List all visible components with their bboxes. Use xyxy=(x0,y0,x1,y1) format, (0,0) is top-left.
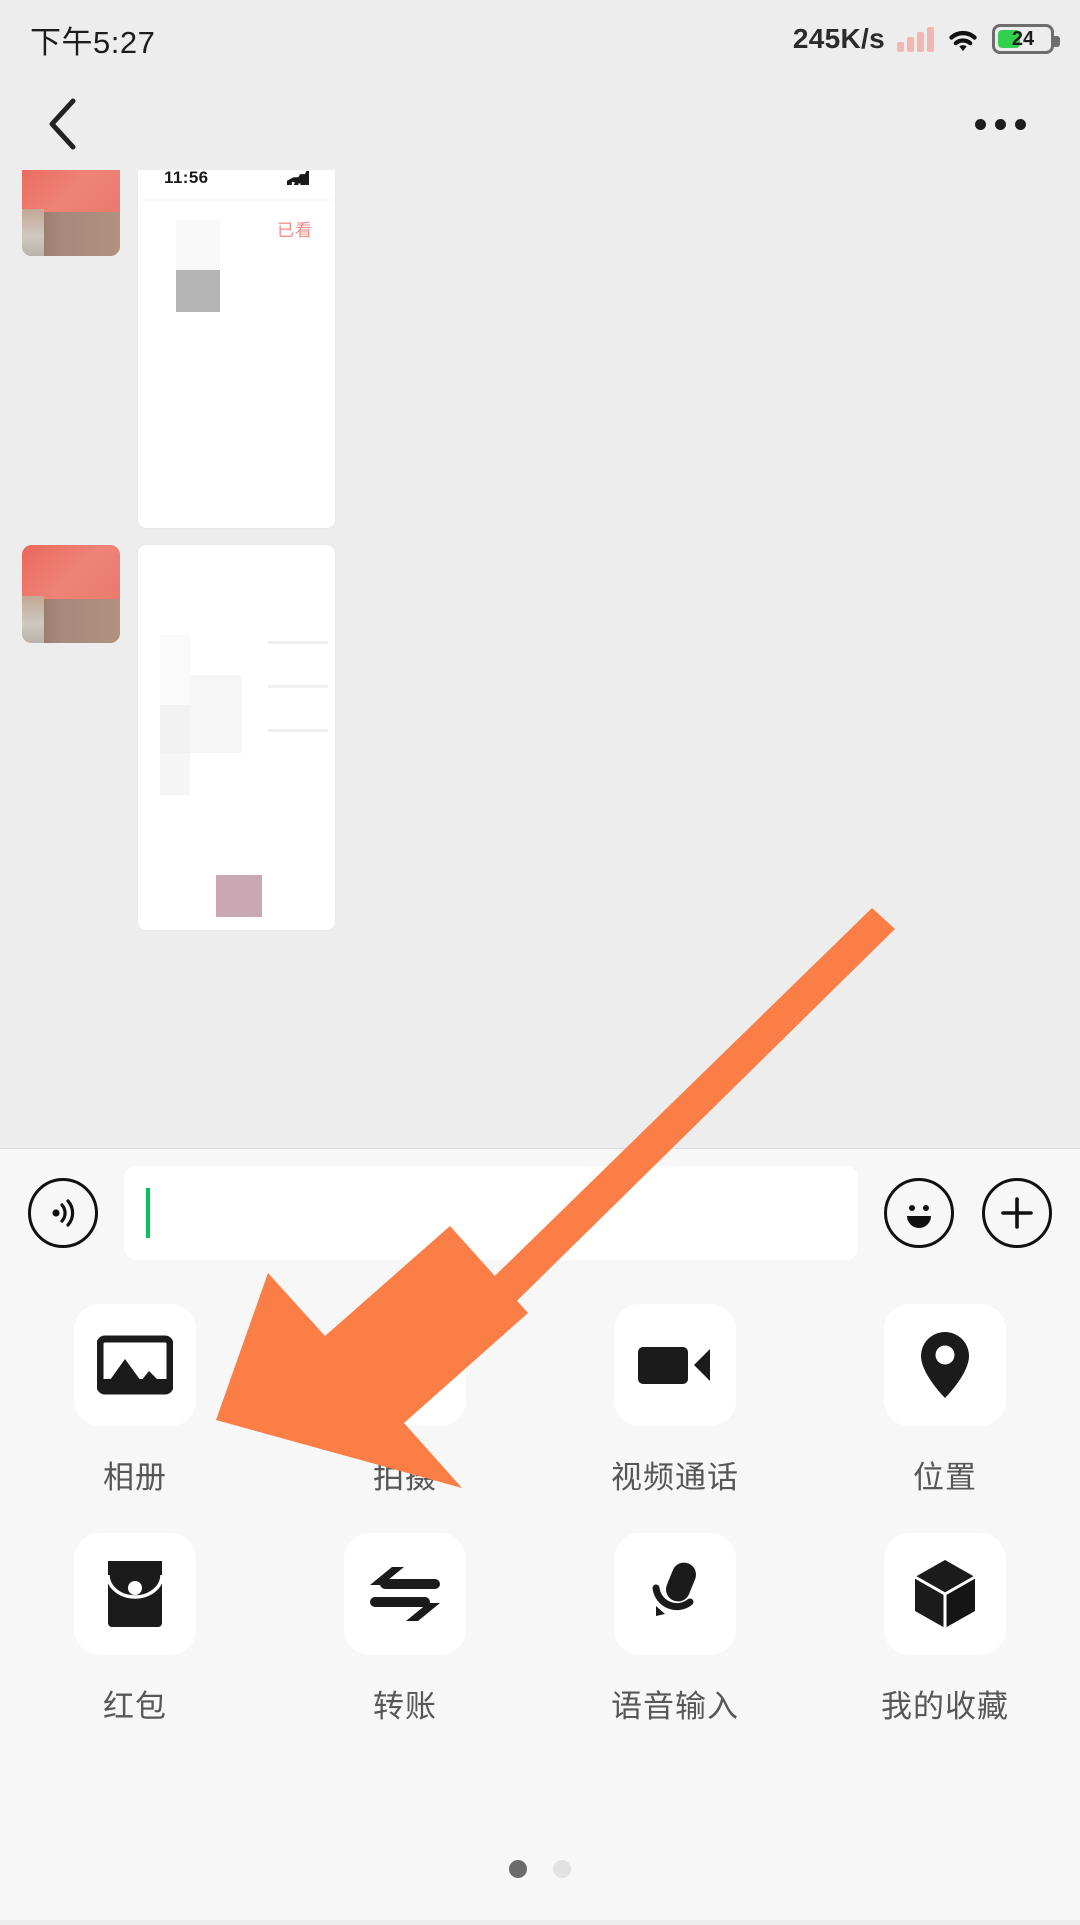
photo-album-icon[interactable] xyxy=(74,1304,196,1426)
embedded-signal-icon xyxy=(287,171,309,185)
signal-bars-icon xyxy=(897,26,934,52)
panel-item-transfer[interactable]: 转账 xyxy=(270,1533,540,1726)
embedded-status-bar: 11:56 xyxy=(138,170,335,198)
location-pin-icon[interactable] xyxy=(884,1304,1006,1426)
message-input-bar[interactable] xyxy=(0,1148,1080,1276)
wifi-icon xyxy=(946,25,980,53)
panel-item-label: 转账 xyxy=(373,1689,437,1724)
page-dot-active[interactable] xyxy=(509,1860,527,1878)
voice-input-icon[interactable] xyxy=(28,1177,98,1248)
panel-item-label: 相册 xyxy=(103,1460,167,1495)
panel-item-video-call[interactable]: 视频通话 xyxy=(540,1304,810,1497)
favorites-cube-icon[interactable] xyxy=(884,1533,1006,1655)
battery-percent: 24 xyxy=(1011,27,1035,50)
video-call-icon[interactable] xyxy=(614,1304,736,1426)
transfer-icon[interactable] xyxy=(344,1533,466,1655)
back-chevron-icon[interactable] xyxy=(34,95,92,153)
panel-item-label: 红包 xyxy=(103,1689,167,1724)
message-image-bubble[interactable]: 11:56 已看 xyxy=(138,170,335,528)
battery-icon: 24 xyxy=(992,24,1060,54)
panel-item-favorites[interactable]: 我的收藏 xyxy=(810,1533,1080,1726)
attachment-panel[interactable]: 相册 拍摄 视频通话 位置 红包 转账 语音输入 我的收藏 xyxy=(0,1276,1080,1920)
panel-item-label: 视频通话 xyxy=(611,1460,739,1495)
chat-message-list[interactable]: 11:56 已看 xyxy=(0,170,1080,1148)
status-indicators: 245K/s 24 xyxy=(792,23,1060,55)
avatar[interactable] xyxy=(22,545,120,643)
message-image-bubble[interactable] xyxy=(138,545,335,930)
panel-item-label: 拍摄 xyxy=(373,1460,437,1495)
page-indicator xyxy=(0,1860,1080,1878)
attachment-grid: 相册 拍摄 视频通话 位置 红包 转账 语音输入 我的收藏 xyxy=(0,1304,1080,1726)
network-speed: 245K/s xyxy=(792,23,885,54)
panel-item-red-packet[interactable]: 红包 xyxy=(0,1533,270,1726)
more-options-icon[interactable] xyxy=(960,95,1040,153)
panel-item-camera[interactable]: 拍摄 xyxy=(270,1304,540,1497)
panel-item-location[interactable]: 位置 xyxy=(810,1304,1080,1497)
status-time: 下午5:27 xyxy=(30,24,156,60)
panel-item-label: 语音输入 xyxy=(611,1689,739,1724)
embedded-time: 11:56 xyxy=(164,170,209,187)
list-item[interactable]: 11:56 已看 xyxy=(22,170,335,528)
camera-icon[interactable] xyxy=(344,1304,466,1426)
microphone-icon[interactable] xyxy=(614,1533,736,1655)
embedded-status-text: 已看 xyxy=(277,221,313,240)
list-item[interactable] xyxy=(22,545,335,930)
page-dot[interactable] xyxy=(553,1860,571,1878)
red-packet-icon[interactable] xyxy=(74,1533,196,1655)
status-bar: 下午5:27 245K/s 24 xyxy=(0,0,1080,78)
nav-bar xyxy=(0,78,1080,170)
avatar[interactable] xyxy=(22,170,120,256)
panel-item-label: 我的收藏 xyxy=(881,1689,1009,1724)
panel-item-label: 位置 xyxy=(913,1460,977,1495)
plus-icon[interactable] xyxy=(982,1177,1052,1248)
panel-item-voice-input[interactable]: 语音输入 xyxy=(540,1533,810,1726)
emoji-icon[interactable] xyxy=(884,1177,954,1248)
text-cursor xyxy=(146,1187,150,1238)
message-input-field[interactable] xyxy=(124,1165,858,1260)
panel-item-album[interactable]: 相册 xyxy=(0,1304,270,1497)
